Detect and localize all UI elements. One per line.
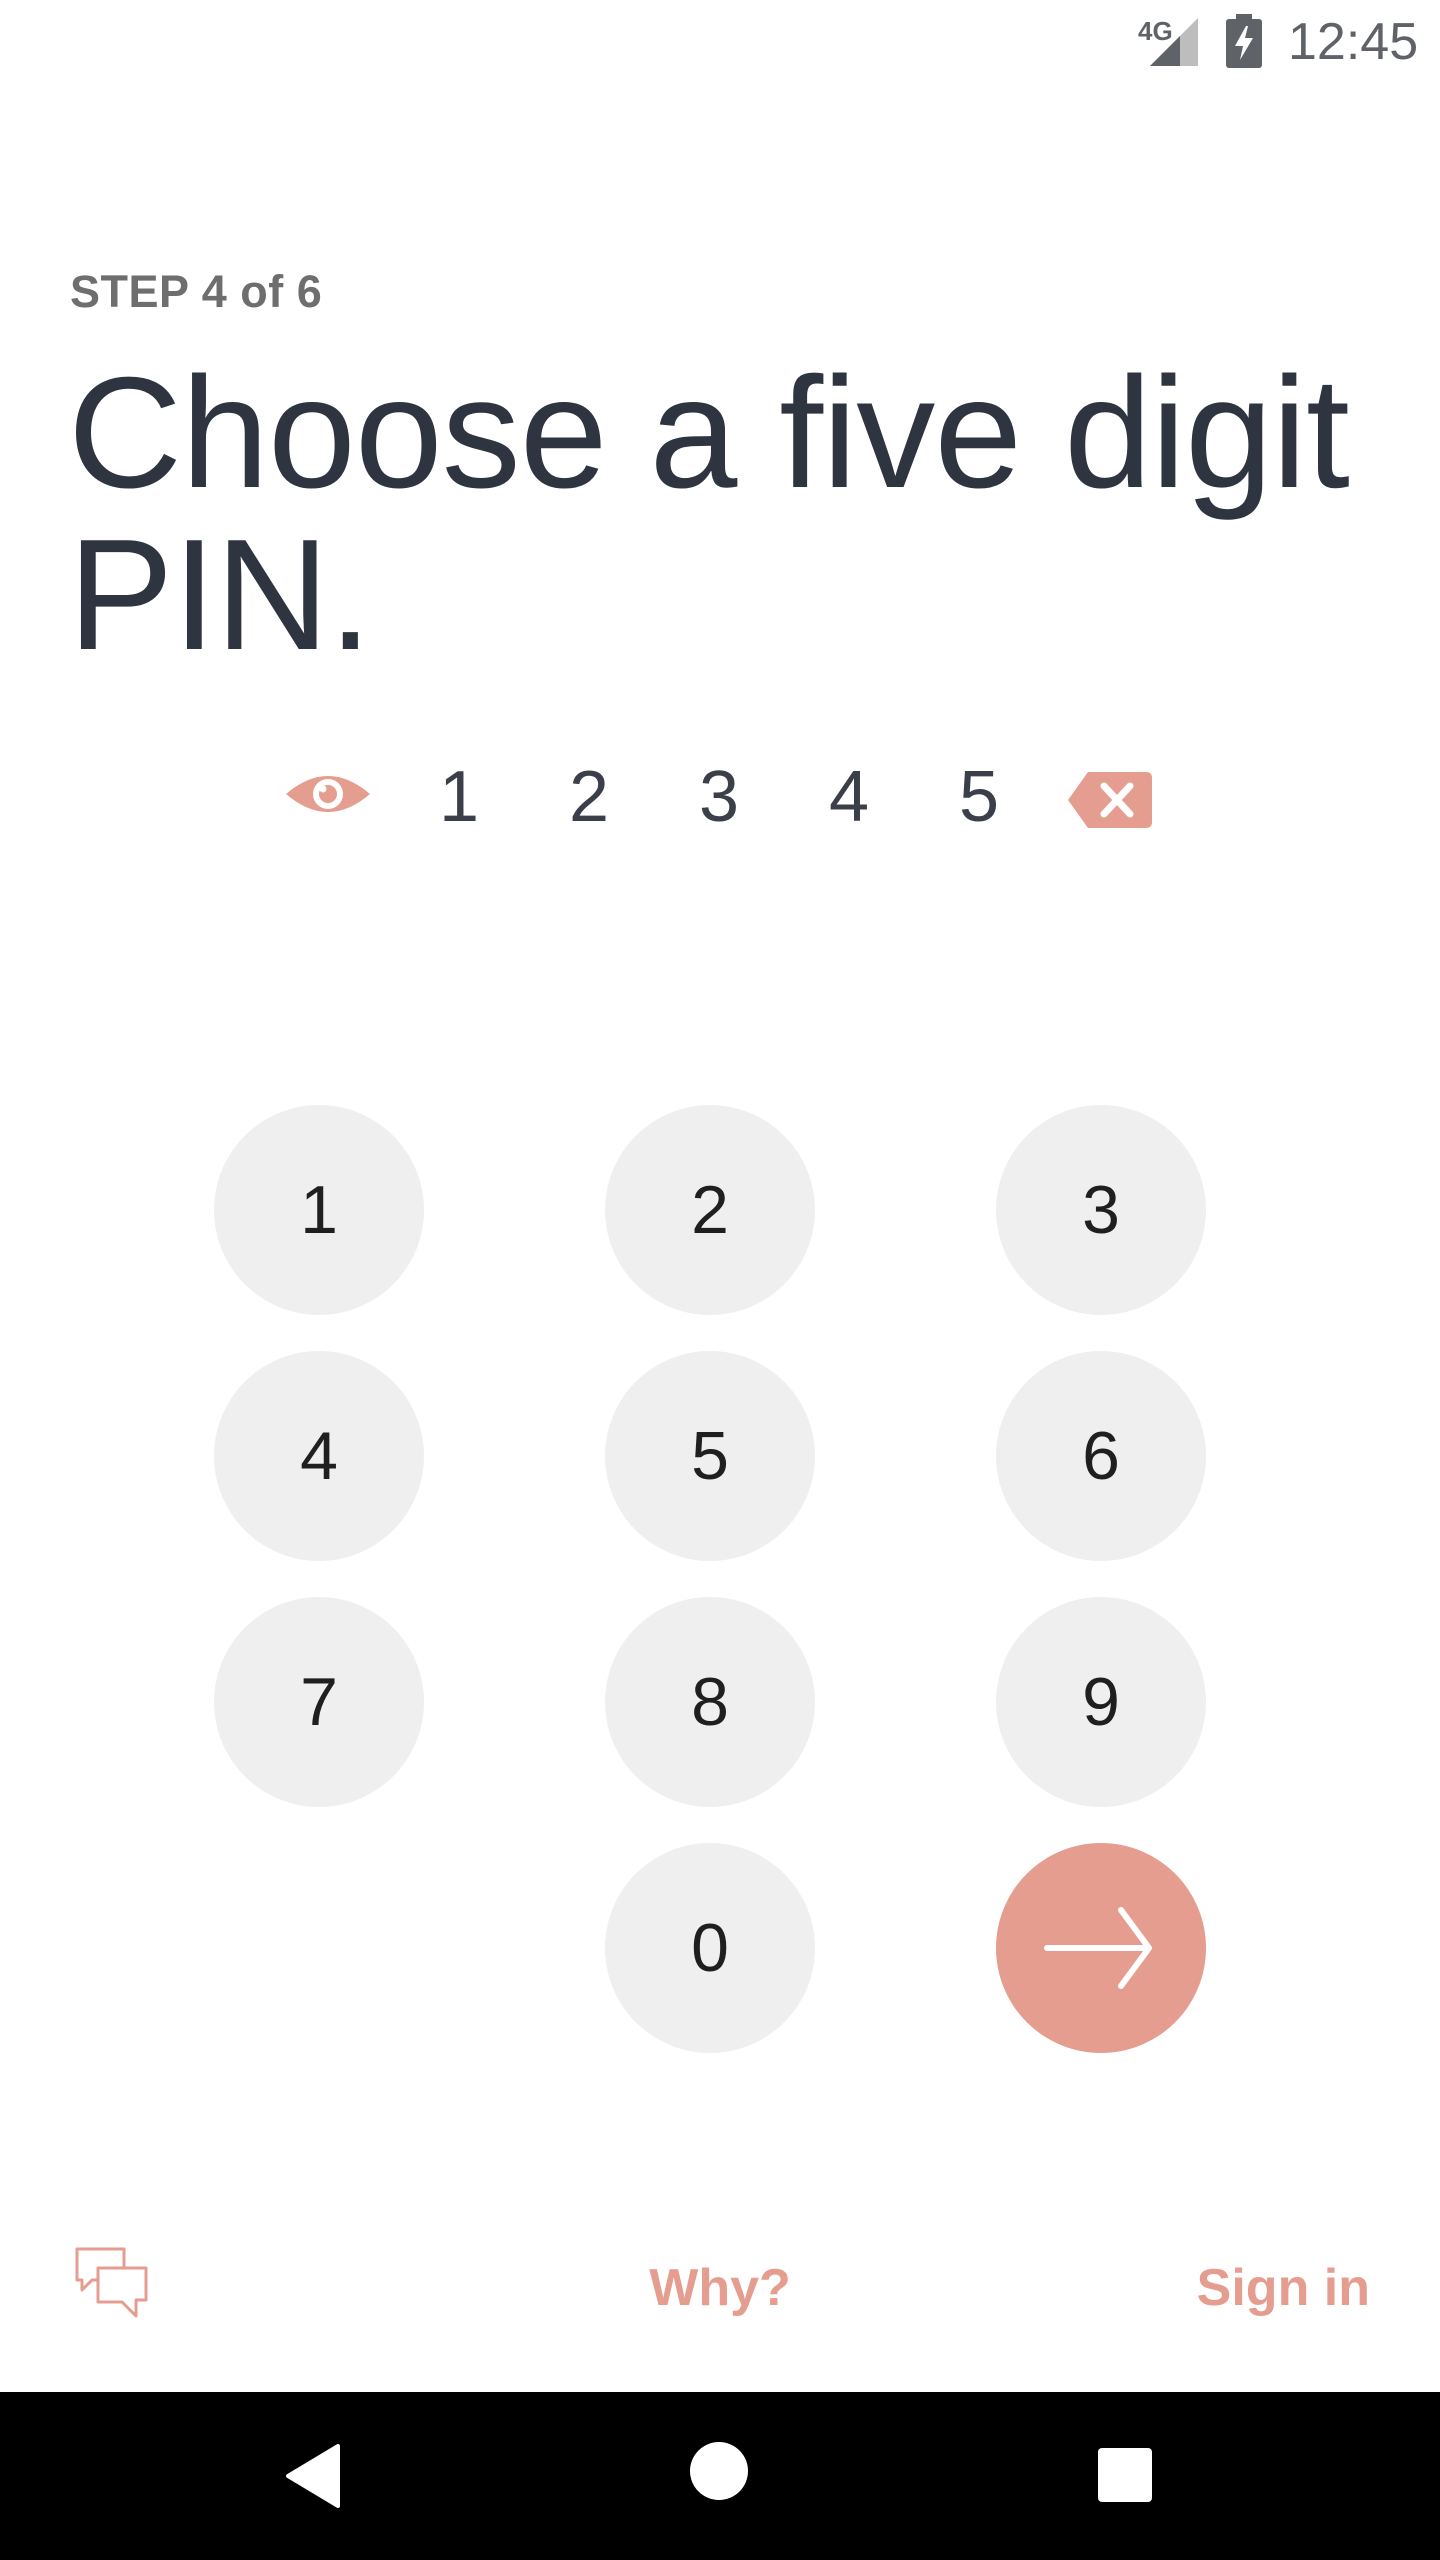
pin-digit: 3 bbox=[698, 757, 740, 837]
clock: 12:45 bbox=[1288, 13, 1419, 71]
pin-display: 1 2 3 4 5 bbox=[0, 740, 1440, 860]
chat-icon[interactable] bbox=[74, 2246, 150, 2322]
battery-charging-icon bbox=[1226, 14, 1262, 68]
key-3[interactable]: 3 bbox=[996, 1105, 1206, 1315]
back-icon[interactable] bbox=[284, 2444, 342, 2508]
key-0[interactable]: 0 bbox=[605, 1843, 815, 2053]
signal-icon bbox=[1150, 18, 1198, 66]
pin-digit: 1 bbox=[438, 757, 480, 837]
navigation-bar bbox=[0, 2392, 1440, 2560]
key-2[interactable]: 2 bbox=[605, 1105, 815, 1315]
key-9[interactable]: 9 bbox=[996, 1597, 1206, 1807]
status-bar: 4G 12:45 bbox=[0, 0, 1440, 84]
why-link[interactable]: Why? bbox=[640, 2258, 800, 2318]
key-5[interactable]: 5 bbox=[605, 1351, 815, 1561]
key-7[interactable]: 7 bbox=[214, 1597, 424, 1807]
page-title: Choose a five digit PIN. bbox=[68, 345, 1350, 683]
key-1[interactable]: 1 bbox=[214, 1105, 424, 1315]
step-indicator: STEP 4 of 6 bbox=[70, 266, 323, 317]
sign-in-link[interactable]: Sign in bbox=[1197, 2258, 1370, 2318]
pin-digit: 5 bbox=[958, 757, 1000, 837]
backspace-icon[interactable] bbox=[1066, 770, 1154, 830]
submit-button[interactable] bbox=[996, 1843, 1206, 2053]
key-4[interactable]: 4 bbox=[214, 1351, 424, 1561]
home-icon[interactable] bbox=[690, 2442, 748, 2500]
pin-digit: 4 bbox=[828, 757, 870, 837]
pin-digit: 2 bbox=[568, 757, 610, 837]
eye-icon[interactable] bbox=[284, 766, 372, 822]
recents-icon[interactable] bbox=[1098, 2448, 1152, 2502]
key-6[interactable]: 6 bbox=[996, 1351, 1206, 1561]
arrow-right-icon bbox=[1044, 1907, 1152, 1989]
key-8[interactable]: 8 bbox=[605, 1597, 815, 1807]
